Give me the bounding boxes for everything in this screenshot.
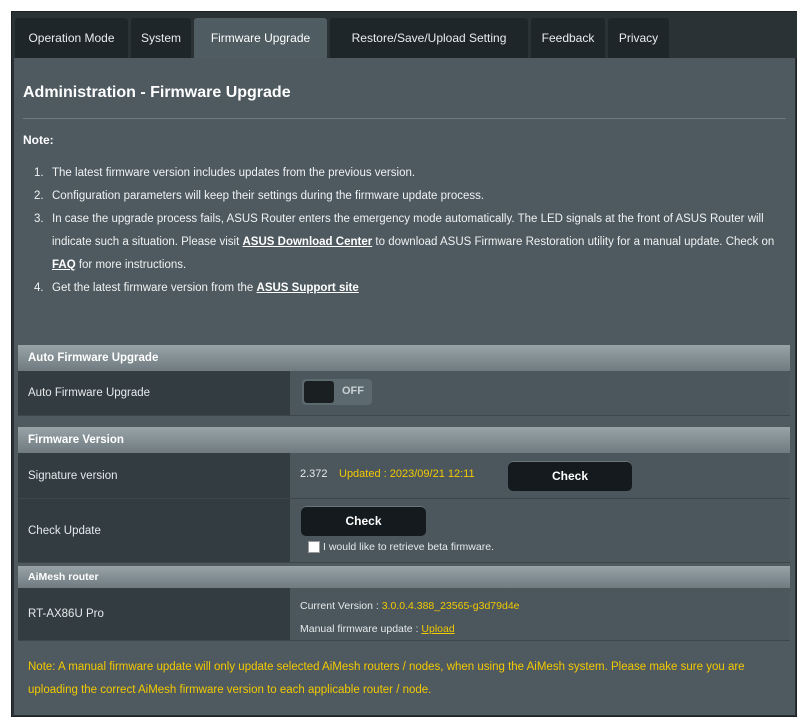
beta-firmware-checkbox[interactable] xyxy=(308,541,320,554)
signature-check-button[interactable]: Check xyxy=(508,461,632,491)
aimesh-router-row: RT-AX86U Pro Current Version : 3.0.0.4.3… xyxy=(18,588,790,641)
check-update-row: Check Update Check I would like to retri… xyxy=(18,499,790,563)
beta-firmware-option: I would like to retrieve beta firmware. xyxy=(308,541,494,554)
beta-firmware-text: I would like to retrieve beta firmware. xyxy=(323,541,494,553)
auto-upgrade-toggle[interactable]: OFF xyxy=(302,379,372,405)
signature-version-row: Signature version 2.372 Updated : 2023/0… xyxy=(18,453,790,499)
signature-version-value: 2.372 Updated : 2023/09/21 12:11 Check xyxy=(290,453,790,498)
note-text: In case the upgrade process fails, ASUS … xyxy=(52,208,786,277)
current-version-line: Current Version : 3.0.0.4.388_23565-g3d7… xyxy=(300,600,520,612)
aimesh-model-label: RT-AX86U Pro xyxy=(18,588,290,640)
content-panel: Administration - Firmware Upgrade Note: … xyxy=(14,58,795,715)
toggle-state: OFF xyxy=(342,385,364,397)
faq-link[interactable]: FAQ xyxy=(52,259,76,271)
note-text-part: for more instructions. xyxy=(75,259,187,271)
note-item: 1. The latest firmware version includes … xyxy=(34,162,786,185)
aimesh-router-header: AiMesh router xyxy=(18,566,790,588)
note-label: Note: xyxy=(23,133,54,147)
manual-update-line: Manual firmware update : Upload xyxy=(300,623,455,635)
aimesh-footnote: Note: A manual firmware update will only… xyxy=(28,661,745,696)
aimesh-router-value: Current Version : 3.0.0.4.388_23565-g3d7… xyxy=(290,588,790,640)
note-text: Configuration parameters will keep their… xyxy=(52,190,485,202)
tab-feedback[interactable]: Feedback xyxy=(531,18,605,58)
note-item: 2. Configuration parameters will keep th… xyxy=(34,185,786,208)
note-number: 3. xyxy=(34,213,44,225)
signature-number: 2.372 xyxy=(300,468,328,480)
toggle-knob xyxy=(304,381,334,403)
tab-system[interactable]: System xyxy=(131,18,191,58)
note-number: 2. xyxy=(34,190,44,202)
firmware-version-header: Firmware Version xyxy=(18,427,790,453)
check-update-value: Check I would like to retrieve beta firm… xyxy=(290,499,790,562)
manual-update-label: Manual firmware update : xyxy=(300,623,422,635)
current-version-value: 3.0.0.4.388_23565-g3d79d4e xyxy=(381,600,520,612)
check-update-label: Check Update xyxy=(18,499,290,562)
tab-firmware-upgrade[interactable]: Firmware Upgrade xyxy=(194,18,327,58)
note-text-part: Get the latest firmware version from the xyxy=(52,282,257,294)
title-divider xyxy=(23,118,786,119)
note-text: The latest firmware version includes upd… xyxy=(52,167,416,179)
auto-firmware-upgrade-row: Auto Firmware Upgrade OFF xyxy=(18,371,790,416)
note-text: Get the latest firmware version from the… xyxy=(52,277,359,300)
signature-version-label: Signature version xyxy=(18,453,290,498)
upload-link[interactable]: Upload xyxy=(421,623,454,635)
asus-download-center-link[interactable]: ASUS Download Center xyxy=(243,236,373,248)
page-title: Administration - Firmware Upgrade xyxy=(23,84,291,101)
note-item: 3. In case the upgrade process fails, AS… xyxy=(34,208,786,277)
notes-list: 1. The latest firmware version includes … xyxy=(34,162,786,300)
tab-operation-mode[interactable]: Operation Mode xyxy=(15,18,128,58)
note-text-part: to download ASUS Firmware Restoration ut… xyxy=(372,236,775,248)
check-update-button[interactable]: Check xyxy=(301,506,426,536)
note-number: 1. xyxy=(34,167,44,179)
signature-updated: Updated : 2023/09/21 12:11 xyxy=(339,468,475,480)
tab-bar: Operation Mode System Firmware Upgrade R… xyxy=(12,12,797,58)
tab-privacy[interactable]: Privacy xyxy=(608,18,669,58)
asus-support-site-link[interactable]: ASUS Support site xyxy=(257,282,359,294)
tab-restore-save-upload[interactable]: Restore/Save/Upload Setting xyxy=(330,18,528,58)
current-version-label: Current Version : xyxy=(300,600,382,612)
note-number: 4. xyxy=(34,282,44,294)
note-item: 4. Get the latest firmware version from … xyxy=(34,277,786,300)
auto-firmware-upgrade-value: OFF xyxy=(290,371,790,415)
auto-firmware-upgrade-label: Auto Firmware Upgrade xyxy=(18,371,290,415)
auto-firmware-upgrade-header: Auto Firmware Upgrade xyxy=(18,345,790,371)
